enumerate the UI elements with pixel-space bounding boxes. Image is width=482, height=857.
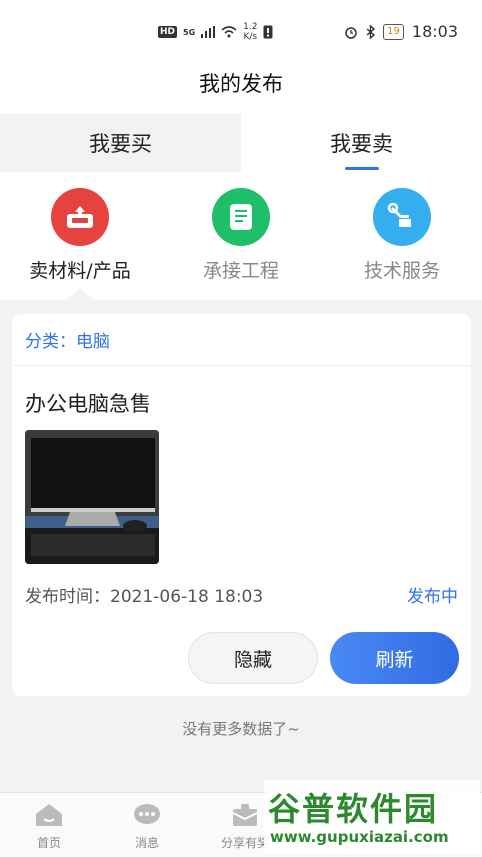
nav-home-label: 首页 [36, 836, 61, 850]
message-icon [134, 804, 160, 824]
post-title: 办公电脑急售 [25, 392, 151, 416]
no-more-data: 没有更多数据了~ [182, 720, 300, 738]
nav-bar: 我的发布 [0, 62, 482, 114]
hd-indicator: HD [158, 26, 178, 38]
signal-type: 5G [183, 27, 196, 37]
battery-indicator: 19 [383, 23, 404, 40]
tab-buy-label: 我要买 [89, 132, 152, 156]
refresh-button[interactable]: 刷新 [330, 632, 459, 684]
nav-messages[interactable]: 消息 [98, 793, 196, 857]
nav-home[interactable]: 首页 [0, 793, 98, 857]
post-category: 分类： 电脑 [12, 314, 471, 366]
post-card[interactable]: 分类： 电脑 办公电脑急售 发布时间：2021-06-18 18:03 发布中 … [12, 314, 471, 696]
upload-tray-icon [51, 188, 109, 246]
post-thumbnail[interactable] [25, 430, 159, 564]
watermark-title: 谷普软件园 [268, 790, 439, 828]
sim-alert-icon [263, 25, 273, 39]
post-status: 发布中 [407, 587, 458, 607]
tab-bar: 我要买 我要卖 [0, 114, 482, 172]
home-icon [36, 804, 62, 826]
gift-icon [232, 804, 258, 826]
tab-sell[interactable]: 我要卖 [241, 114, 482, 172]
category-sell-materials[interactable]: 卖材料/产品 [0, 188, 160, 283]
hide-button[interactable]: 隐藏 [188, 632, 318, 684]
page-title: 我的发布 [199, 72, 283, 96]
category-label: 技术服务 [363, 260, 440, 282]
status-bar: HD 5G 1.2 K/s 19 18:03 [0, 0, 482, 62]
watermark-url: www.gupuxiazai.com [270, 828, 449, 846]
post-time-row: 发布时间：2021-06-18 18:03 [25, 582, 263, 607]
post-category-prefix: 分类： [25, 332, 76, 352]
wrench-hand-icon [373, 188, 431, 246]
tab-sell-label: 我要卖 [330, 132, 393, 156]
net-speed: 1.2 K/s [243, 22, 257, 42]
signal-bars-icon [201, 26, 216, 38]
category-label: 卖材料/产品 [29, 260, 131, 282]
tab-buy[interactable]: 我要买 [0, 114, 241, 172]
net-speed-value: 1.2 [243, 22, 258, 32]
post-time-prefix: 发布时间： [25, 587, 110, 607]
category-selector: 卖材料/产品 承接工程 技术服务 [0, 172, 482, 300]
status-time: 18:03 [411, 22, 458, 41]
bluetooth-icon [366, 24, 376, 39]
alarm-icon [345, 26, 357, 39]
status-right: 19 18:03 [344, 22, 458, 41]
post-category-value: 电脑 [76, 332, 110, 352]
nav-messages-label: 消息 [134, 836, 159, 850]
tab-active-indicator [344, 167, 379, 170]
post-time: 2021-06-18 18:03 [110, 587, 264, 607]
category-contract-projects[interactable]: 承接工程 [161, 188, 321, 283]
selection-pointer [66, 288, 94, 300]
status-left: HD 5G 1.2 K/s [158, 22, 273, 42]
wifi-icon [221, 26, 237, 38]
watermark-logo: 谷普软件园 www.gupuxiazai.com [264, 780, 480, 854]
category-label: 承接工程 [202, 260, 279, 282]
category-tech-services[interactable]: 技术服务 [322, 188, 482, 283]
document-icon [212, 188, 270, 246]
net-speed-unit: K/s [243, 32, 258, 42]
